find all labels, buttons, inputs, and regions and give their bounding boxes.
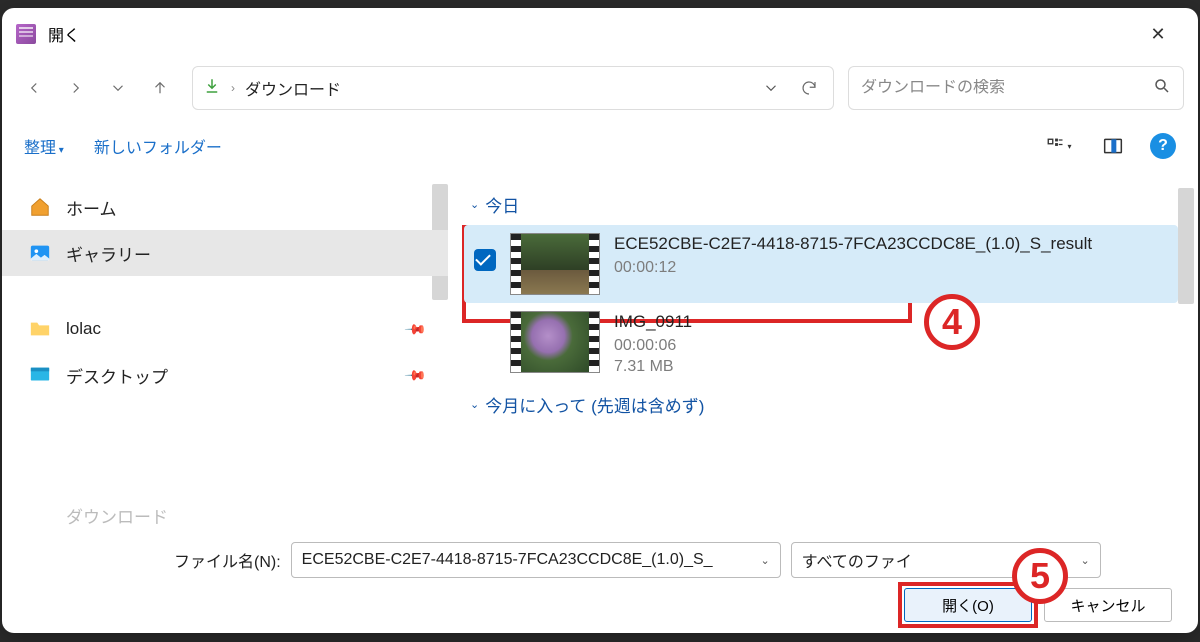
file-duration: 00:00:06 [614, 337, 1168, 355]
sidebar-label: ホーム [66, 195, 117, 220]
nav-row: › ダウンロード [2, 60, 1198, 116]
new-folder-button[interactable]: 新しいフォルダー [94, 134, 222, 158]
sidebar-label: ギャラリー [66, 241, 151, 266]
video-thumbnail [510, 233, 600, 295]
refresh-button[interactable] [795, 70, 823, 106]
sidebar-item-desktop[interactable]: デスクトップ 📌 [2, 352, 448, 398]
video-thumbnail [510, 311, 600, 373]
sidebar-label: デスクトップ [66, 363, 168, 388]
file-item[interactable]: IMG_0911 00:00:06 7.31 MB [464, 303, 1178, 384]
search-icon [1153, 77, 1171, 100]
filename-value: ECE52CBE-C2E7-4418-8715-7FCA23CCDC8E_(1.… [302, 551, 755, 569]
help-button[interactable]: ? [1150, 133, 1176, 159]
address-dropdown[interactable] [757, 70, 785, 106]
chevron-down-icon: ⌄ [470, 198, 479, 211]
file-name: ECE52CBE-C2E7-4418-8715-7FCA23CCDC8E_(1.… [614, 233, 1168, 256]
checkbox-checked[interactable] [474, 249, 496, 271]
open-dialog: 開く ✕ › ダウンロード 整理 新しいフォルダー ? [2, 8, 1198, 633]
chevron-down-icon: ⌄ [1080, 554, 1089, 567]
window-title: 開く [48, 22, 80, 46]
file-size: 7.31 MB [614, 358, 1168, 376]
annotation-circle-4: 4 [924, 294, 980, 350]
annotation-circle-5: 5 [1012, 548, 1068, 604]
sidebar-item-gallery[interactable]: ギャラリー [2, 230, 448, 276]
folder-icon [28, 317, 52, 341]
filename-label: ファイル名(N): [174, 548, 281, 572]
file-duration: 00:00:12 [614, 259, 1168, 277]
toolbar: 整理 新しいフォルダー ? [2, 116, 1198, 176]
close-button[interactable]: ✕ [1132, 8, 1184, 60]
download-icon [203, 77, 221, 100]
content-scrollbar[interactable] [1178, 188, 1194, 304]
home-icon [28, 195, 52, 219]
sidebar-item-downloads-cut[interactable]: ダウンロード [66, 503, 168, 528]
organize-menu[interactable]: 整理 [24, 134, 64, 158]
titlebar: 開く ✕ [2, 8, 1198, 60]
file-list: ⌄今日 ECE52CBE-C2E7-4418-8715-7FCA23CCDC8E… [448, 176, 1198, 528]
open-button[interactable]: 開く(O) [904, 588, 1032, 622]
group-today[interactable]: ⌄今日 [470, 192, 1178, 217]
breadcrumb-current[interactable]: ダウンロード [245, 76, 341, 100]
file-item-selected[interactable]: ECE52CBE-C2E7-4418-8715-7FCA23CCDC8E_(1.… [464, 225, 1178, 303]
preview-pane-button[interactable] [1096, 129, 1130, 163]
app-icon [16, 24, 36, 44]
view-mode-button[interactable] [1042, 129, 1076, 163]
address-bar[interactable]: › ダウンロード [192, 66, 834, 110]
file-name: IMG_0911 [614, 311, 1168, 334]
up-button[interactable] [142, 70, 178, 106]
gallery-icon [28, 241, 52, 265]
group-this-month[interactable]: ⌄今月に入って (先週は含めず) [470, 392, 1178, 417]
filename-combo[interactable]: ECE52CBE-C2E7-4418-8715-7FCA23CCDC8E_(1.… [291, 542, 781, 578]
forward-button[interactable] [58, 70, 94, 106]
desktop-icon [28, 363, 52, 387]
cancel-button[interactable]: キャンセル [1044, 588, 1172, 622]
chevron-down-icon: ⌄ [470, 398, 479, 411]
sidebar-item-home[interactable]: ホーム [2, 184, 448, 230]
pin-icon: 📌 [403, 317, 427, 341]
dialog-body: ホーム ギャラリー lolac 📌 デスクトップ 📌 ダウンロード ⌄今日 [2, 176, 1198, 528]
recent-dropdown[interactable] [100, 70, 136, 106]
sidebar-label: lolac [66, 319, 101, 339]
back-button[interactable] [16, 70, 52, 106]
breadcrumb-sep: › [231, 81, 235, 95]
chevron-down-icon: ⌄ [760, 554, 769, 567]
search-box[interactable] [848, 66, 1184, 110]
pin-icon: 📌 [403, 363, 427, 387]
sidebar-item-lolac[interactable]: lolac 📌 [2, 306, 448, 352]
search-input[interactable] [861, 79, 1153, 97]
sidebar: ホーム ギャラリー lolac 📌 デスクトップ 📌 ダウンロード [2, 176, 448, 528]
